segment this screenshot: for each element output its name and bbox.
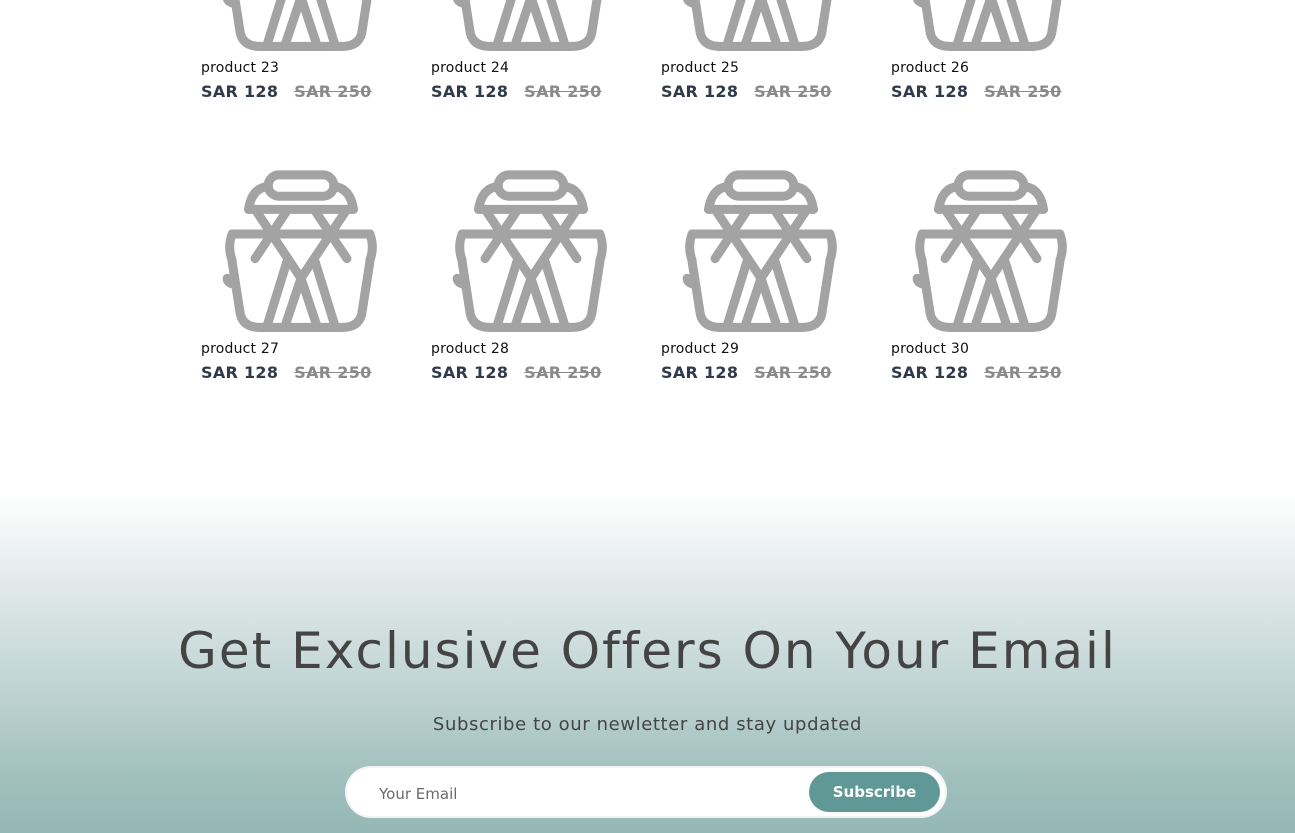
product-card[interactable]: product 30 SAR 128 SAR 250 (891, 165, 1091, 382)
product-image[interactable] (201, 0, 401, 54)
product-image[interactable] (661, 0, 861, 54)
product-row: product 23 SAR 128 SAR 250 product 24 SAR… (201, 0, 1121, 165)
product-old-price: SAR 250 (754, 363, 832, 382)
product-price: SAR 128 (891, 363, 969, 382)
product-image[interactable] (891, 0, 1091, 54)
product-card[interactable]: product 25 SAR 128 SAR 250 (661, 0, 861, 101)
product-prices: SAR 128 SAR 250 (661, 82, 832, 101)
product-prices: SAR 128 SAR 250 (201, 363, 372, 382)
product-image[interactable] (891, 165, 1091, 335)
basket-placeholder-icon (223, 0, 372, 51)
product-old-price: SAR 250 (984, 82, 1062, 101)
subscribe-button[interactable]: Subscribe (809, 772, 940, 812)
basket-placeholder-icon (222, 170, 377, 332)
product-name[interactable]: product 28 (431, 341, 509, 357)
product-price: SAR 128 (431, 363, 509, 382)
product-price: SAR 128 (201, 363, 279, 382)
product-row: product 27 SAR 128 SAR 250 product 28 SAR… (201, 165, 1121, 446)
product-price: SAR 128 (201, 82, 279, 101)
product-card[interactable]: product 29 SAR 128 SAR 250 (661, 165, 861, 382)
product-card[interactable]: product 28 SAR 128 SAR 250 (431, 165, 631, 382)
basket-placeholder-icon (913, 0, 1062, 51)
product-name[interactable]: product 27 (201, 341, 279, 357)
product-name[interactable]: product 30 (891, 341, 969, 357)
newsletter-section: Get Exclusive Offers On Your Email Subsc… (0, 494, 1295, 833)
newsletter-subtitle: Subscribe to our newletter and stay upda… (432, 714, 863, 735)
product-image[interactable] (431, 165, 631, 335)
product-prices: SAR 128 SAR 250 (201, 82, 372, 101)
product-price: SAR 128 (661, 363, 739, 382)
product-old-price: SAR 250 (524, 82, 602, 101)
product-image[interactable] (431, 0, 631, 54)
product-prices: SAR 128 SAR 250 (891, 363, 1062, 382)
basket-placeholder-icon (683, 0, 832, 51)
page: product 23 SAR 128 SAR 250 product 24 SAR… (0, 0, 1295, 833)
product-old-price: SAR 250 (294, 363, 372, 382)
basket-placeholder-icon (682, 170, 837, 332)
product-prices: SAR 128 SAR 250 (431, 82, 602, 101)
product-price: SAR 128 (661, 82, 739, 101)
product-prices: SAR 128 SAR 250 (661, 363, 832, 382)
product-old-price: SAR 250 (984, 363, 1062, 382)
newsletter-form: Subscribe (345, 766, 947, 818)
product-name[interactable]: product 26 (891, 60, 969, 76)
product-prices: SAR 128 SAR 250 (431, 363, 602, 382)
product-old-price: SAR 250 (754, 82, 832, 101)
basket-placeholder-icon (453, 0, 602, 51)
basket-placeholder-icon (452, 170, 607, 332)
product-card[interactable]: product 26 SAR 128 SAR 250 (891, 0, 1091, 101)
product-price: SAR 128 (891, 82, 969, 101)
product-name[interactable]: product 25 (661, 60, 739, 76)
product-card[interactable]: product 23 SAR 128 SAR 250 (201, 0, 401, 101)
product-name[interactable]: product 24 (431, 60, 509, 76)
product-card[interactable]: product 24 SAR 128 SAR 250 (431, 0, 631, 101)
product-card[interactable]: product 27 SAR 128 SAR 250 (201, 165, 401, 382)
product-name[interactable]: product 23 (201, 60, 279, 76)
product-grid: product 23 SAR 128 SAR 250 product 24 SAR… (201, 0, 1121, 446)
product-prices: SAR 128 SAR 250 (891, 82, 1062, 101)
email-input[interactable] (377, 780, 801, 808)
product-image[interactable] (661, 165, 861, 335)
product-old-price: SAR 250 (524, 363, 602, 382)
basket-placeholder-icon (912, 170, 1067, 332)
newsletter-title: Get Exclusive Offers On Your Email (178, 622, 1117, 680)
product-image[interactable] (201, 165, 401, 335)
product-name[interactable]: product 29 (661, 341, 739, 357)
product-old-price: SAR 250 (294, 82, 372, 101)
product-price: SAR 128 (431, 82, 509, 101)
